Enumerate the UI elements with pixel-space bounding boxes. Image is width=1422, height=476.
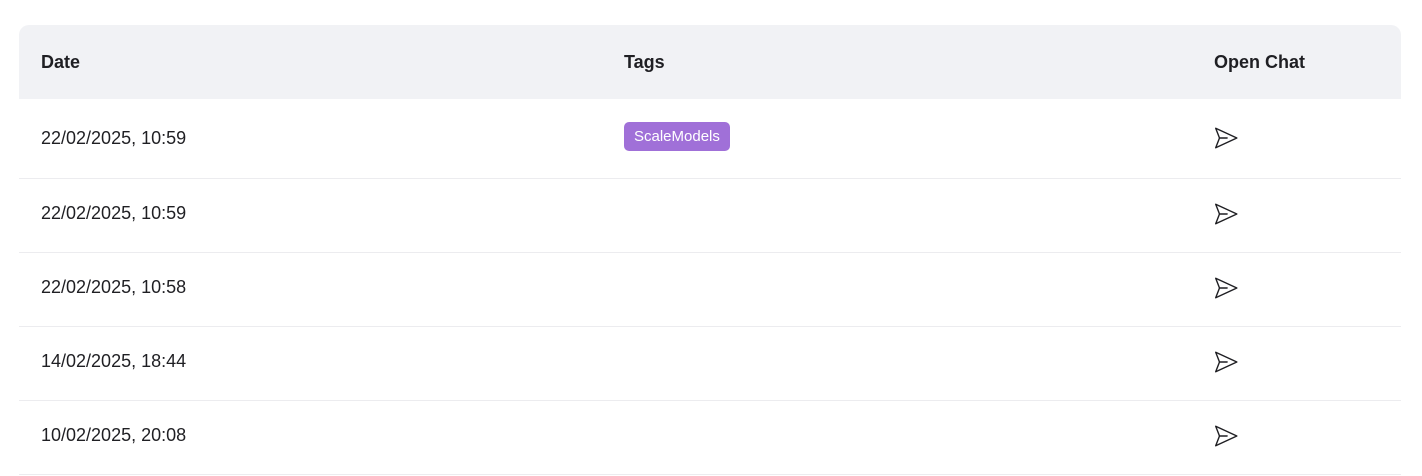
open-chat-button[interactable] [1211, 347, 1241, 377]
header-date: Date [41, 52, 81, 72]
row-date: 22/02/2025, 10:58 [41, 277, 187, 297]
table-row: 22/02/2025, 10:59 [19, 179, 1401, 253]
open-chat-button[interactable] [1211, 273, 1241, 303]
table-row: 22/02/2025, 10:59 ScaleModels [19, 99, 1401, 179]
open-chat-button[interactable] [1211, 199, 1241, 229]
header-open-chat: Open Chat [1214, 52, 1306, 72]
row-date: 22/02/2025, 10:59 [41, 203, 187, 223]
header-tags: Tags [624, 52, 665, 72]
row-date: 22/02/2025, 10:59 [41, 128, 187, 148]
open-chat-button[interactable] [1211, 421, 1241, 451]
table-header: Date Tags Open Chat [19, 25, 1401, 99]
row-date: 14/02/2025, 18:44 [41, 351, 187, 371]
send-icon [1215, 203, 1238, 225]
send-icon [1215, 127, 1238, 149]
table-row: 22/02/2025, 10:58 [19, 253, 1401, 327]
table-row: 14/02/2025, 18:44 [19, 327, 1401, 401]
chat-history-table: Date Tags Open Chat 22/02/2025, 10:59 Sc… [19, 25, 1401, 475]
tag-badge[interactable]: ScaleModels [624, 122, 730, 151]
send-icon [1215, 277, 1238, 299]
open-chat-button[interactable] [1211, 123, 1241, 153]
send-icon [1215, 425, 1238, 447]
row-date: 10/02/2025, 20:08 [41, 425, 187, 445]
send-icon [1215, 351, 1238, 373]
table-row: 10/02/2025, 20:08 [19, 401, 1401, 475]
